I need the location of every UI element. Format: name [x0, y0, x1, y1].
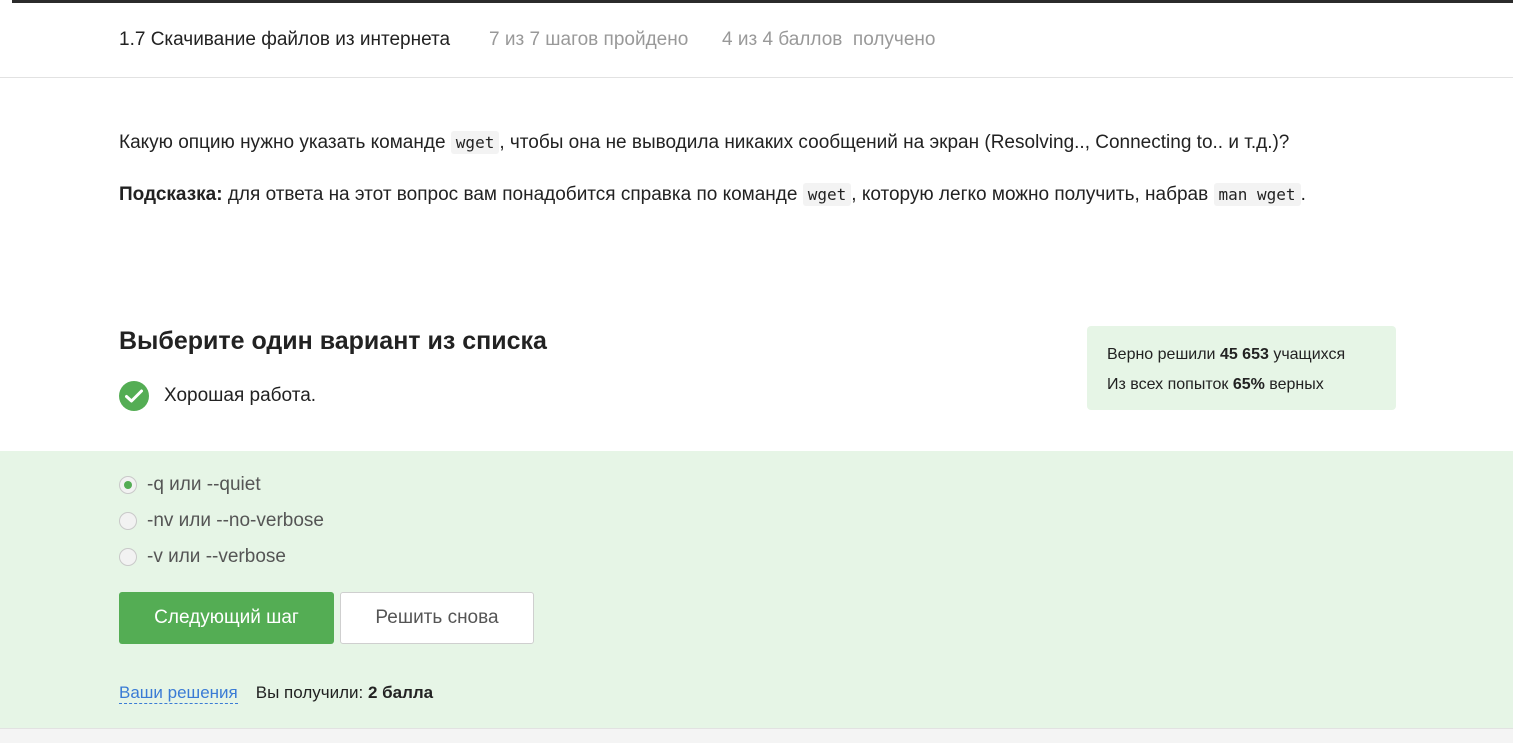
- code-wget: wget: [802, 183, 852, 206]
- hint-part: для ответа на этот вопрос вам понадобитс…: [222, 184, 803, 205]
- score-received: Вы получили: 2 балла: [256, 683, 433, 704]
- radio-icon[interactable]: [119, 548, 137, 566]
- checkmark-circle-icon: [119, 381, 149, 411]
- radio-icon[interactable]: [119, 512, 137, 530]
- radio-dot: [124, 481, 132, 489]
- solve-again-button[interactable]: Решить снова: [340, 592, 534, 644]
- option-quiet[interactable]: -q или --quiet: [119, 472, 261, 498]
- option-label: -q или --quiet: [147, 474, 261, 495]
- stat-text: учащихся: [1268, 346, 1346, 363]
- option-label: -nv или --no-verbose: [147, 510, 324, 531]
- stat-text: Верно решили: [1107, 346, 1220, 363]
- points-progress: 4 из 4 баллов получено: [722, 29, 936, 50]
- score-value: 2 балла: [367, 683, 434, 702]
- hint-paragraph: Подсказка: для ответа на этот вопрос вам…: [119, 179, 1409, 211]
- your-solutions-link[interactable]: Ваши решения: [119, 683, 238, 704]
- option-verbose[interactable]: -v или --verbose: [119, 544, 286, 570]
- option-no-verbose[interactable]: -nv или --no-verbose: [119, 508, 324, 534]
- hint-part: .: [1300, 184, 1306, 205]
- bottom-strip: [0, 728, 1513, 743]
- code-man-wget: man wget: [1213, 183, 1301, 206]
- question-part: , чтобы она не выводила никаких сообщени…: [499, 132, 1290, 153]
- lesson-title[interactable]: 1.7 Скачивание файлов из интернета: [119, 29, 450, 51]
- result-text: Хорошая работа.: [164, 385, 317, 406]
- answer-panel: -q или --quiet -nv или --no-verbose -v и…: [0, 451, 1513, 728]
- hint-label: Подсказка:: [119, 184, 223, 205]
- question-paragraph: Какую опцию нужно указать команде wget, …: [119, 127, 1409, 159]
- stats-box: Верно решили 45 653 учащихся Из всех поп…: [1087, 326, 1396, 410]
- quiz-title: Выберите один вариант из списка: [119, 327, 547, 355]
- steps-progress: 7 из 7 шагов пройдено: [489, 29, 689, 50]
- solved-stat: Верно решили 45 653 учащихся: [1107, 340, 1376, 370]
- next-step-button[interactable]: Следующий шаг: [119, 592, 334, 644]
- attempts-percent: 65%: [1232, 376, 1265, 393]
- code-wget: wget: [450, 131, 500, 154]
- lesson-header: 1.7 Скачивание файлов из интернета 7 из …: [0, 3, 1513, 78]
- radio-selected-icon[interactable]: [119, 476, 137, 494]
- question-part: Какую опцию нужно указать команде: [119, 132, 451, 153]
- question-text: Какую опцию нужно указать команде wget, …: [119, 127, 1409, 211]
- stat-text: Из всех попыток: [1107, 376, 1233, 393]
- stat-text: верных: [1264, 376, 1324, 393]
- submission-footer: Ваши решения Вы получили: 2 балла: [119, 683, 433, 704]
- result-message: Хорошая работа.: [119, 380, 316, 412]
- solved-count: 45 653: [1219, 346, 1269, 363]
- hint-part: , которую легко можно получить, набрав: [851, 184, 1214, 205]
- score-label: Вы получили:: [255, 683, 368, 702]
- option-label: -v или --verbose: [147, 546, 286, 567]
- attempts-stat: Из всех попыток 65% верных: [1107, 370, 1376, 400]
